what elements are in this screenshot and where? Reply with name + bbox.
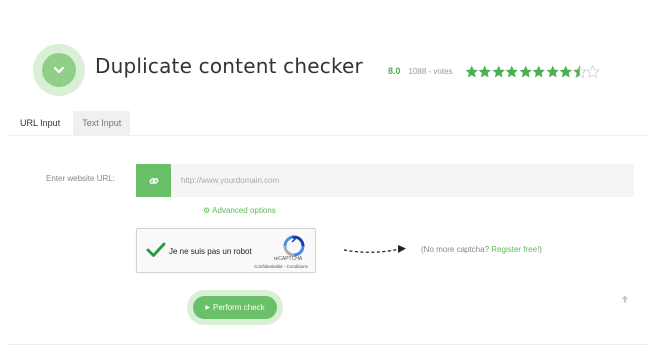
page-title: Duplicate content checker <box>95 54 363 78</box>
no-captcha-text: (No more captcha? Register free!) <box>421 245 542 254</box>
tab-url-input[interactable]: URL Input <box>0 111 74 135</box>
tab-text-input[interactable]: Text Input <box>73 111 131 135</box>
star-icon[interactable] <box>546 64 560 79</box>
star-icon[interactable] <box>559 64 573 79</box>
star-icon[interactable] <box>478 64 492 79</box>
perform-check-halo: ▶ Perform check <box>187 290 283 325</box>
chevron-down-icon <box>53 66 65 74</box>
recaptcha-widget: Je ne suis pas un robot reCAPTCHA Confid… <box>136 228 316 273</box>
rating-score: 8.0 <box>388 66 401 76</box>
logo <box>33 44 85 96</box>
star-icon[interactable] <box>465 64 479 79</box>
perform-check-button[interactable]: ▶ Perform check <box>193 296 277 319</box>
star-icon[interactable] <box>532 64 546 79</box>
link-icon <box>149 177 158 184</box>
recaptcha-brand: reCAPTCHA <box>273 256 303 262</box>
perform-check-label: Perform check <box>213 303 265 312</box>
scroll-top-icon[interactable] <box>621 295 629 303</box>
url-label: Enter website URL: <box>46 174 115 183</box>
star-icon[interactable] <box>519 64 533 79</box>
rating-stars <box>465 64 600 79</box>
rating: 8.0 1088 - votes <box>388 61 600 81</box>
header: Duplicate content checker 8.0 1088 - vot… <box>0 0 650 110</box>
checkmark-icon[interactable] <box>146 240 166 260</box>
star-icon[interactable] <box>586 64 600 79</box>
url-input[interactable] <box>171 164 634 197</box>
no-captcha-prefix: (No more captcha? <box>421 245 492 254</box>
rating-votes: 1088 - votes <box>408 66 453 76</box>
advanced-options-label: Advanced options <box>212 206 276 215</box>
star-icon[interactable] <box>572 64 587 79</box>
advanced-options-link[interactable]: ⚙ Advanced options <box>203 206 276 215</box>
star-icon[interactable] <box>492 64 506 79</box>
recaptcha-links[interactable]: Confidentialité - Conditions <box>247 264 315 269</box>
no-captcha-suffix: ) <box>539 245 542 254</box>
dashed-arrow-icon <box>343 245 406 253</box>
star-icon[interactable] <box>505 64 519 79</box>
caret-right-icon: ▶ <box>205 305 211 311</box>
register-free-link[interactable]: Register free! <box>491 245 539 254</box>
gear-icon: ⚙ <box>203 206 211 215</box>
url-addon <box>136 164 171 197</box>
logo-badge <box>42 53 76 87</box>
tab-bar: URL Input Text Input <box>0 111 131 135</box>
recaptcha-logo-icon <box>283 235 305 257</box>
url-input-group <box>136 164 634 197</box>
recaptcha-label: Je ne suis pas un robot <box>169 247 252 256</box>
